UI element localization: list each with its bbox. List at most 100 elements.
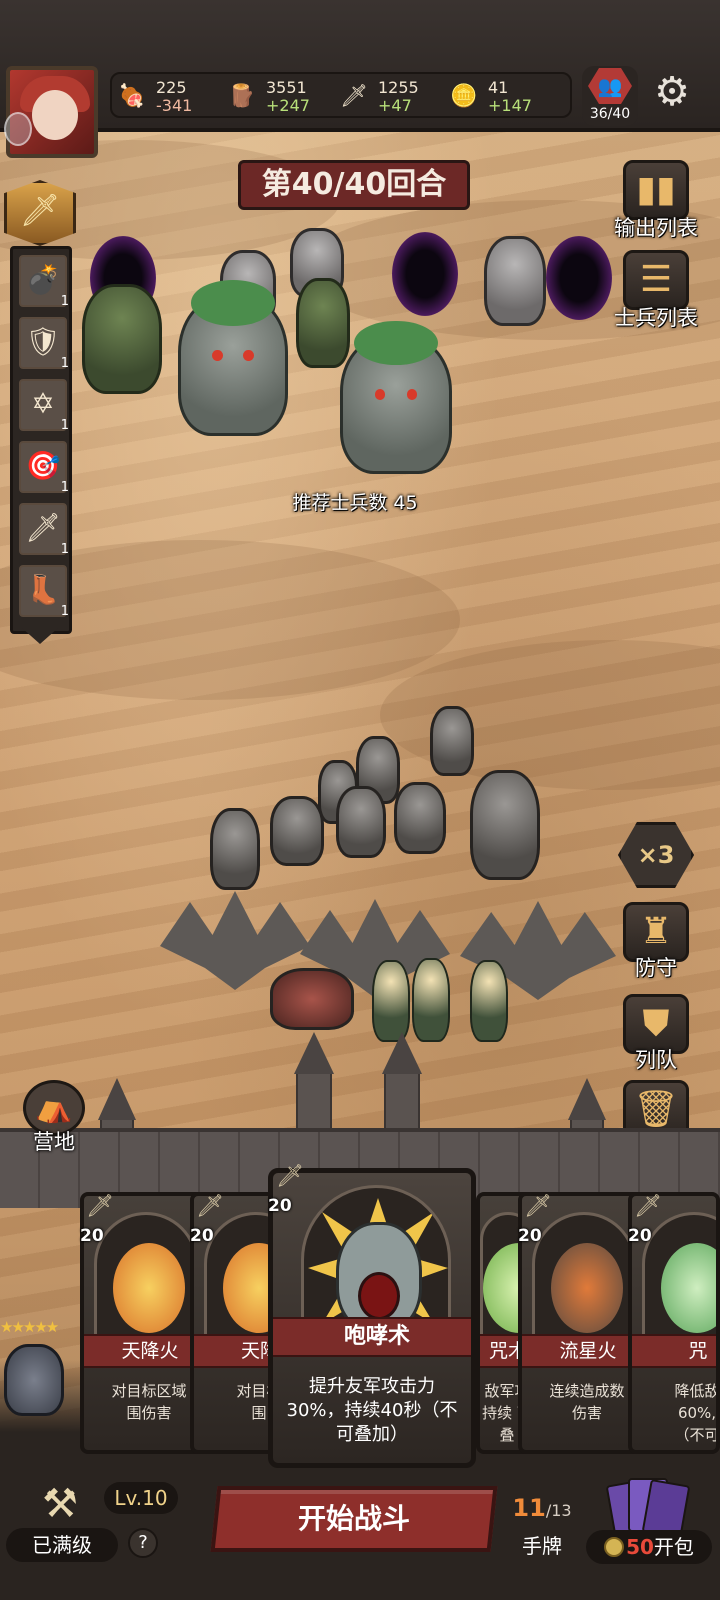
ally-elf-archer [470,960,508,1042]
enemy-portal [546,236,612,320]
population-count: 36/40 [589,106,631,122]
enemy-rat-crossbowman [484,236,546,326]
enemy-stone-golem [178,280,288,436]
help-button[interactable]: ? [128,1528,158,1558]
ally-elf-archer [372,960,410,1042]
upgrade-hammer-icon[interactable]: ⚒ [22,1474,98,1536]
camp-button[interactable]: ⛺ 营地 [14,1080,94,1156]
open-pack-button[interactable]: 50开包 [586,1478,716,1596]
target-icon: 🎯 [25,449,61,482]
skill-slot-target[interactable]: 🎯 1 [19,441,69,495]
skill-count: 1 [60,604,69,619]
defend-button[interactable]: ♜ 防守 [608,902,704,982]
skill-count: 1 [60,418,69,433]
card-roar-selected[interactable]: 咆哮术 提升友军攻击力30%，持续40秒（不可叠加） [268,1168,476,1468]
card-cost: 20 [190,1226,214,1246]
card-cost: 20 [80,1226,104,1246]
card-sword-icon: 🗡 [86,1194,114,1219]
skill-count: 1 [60,356,69,371]
sword-icon: 🗡 [340,84,368,109]
soldier-list-button[interactable]: ☰ 士兵列表 [608,250,704,332]
skill-slot-shield[interactable]: 🛡 1 [19,317,69,371]
wood-icon: 🪵 [228,84,256,109]
skill-column: 💣 1 🛡 1 ✡ 1 🎯 1 🗡 1 👢 1 [10,246,72,634]
card-pack-icon [605,1478,691,1540]
card-art [642,1212,716,1352]
skill-count: 1 [60,294,69,309]
ally-shield-soldier [270,796,324,866]
ally-shield-soldier [394,782,446,854]
resource-delta: +247 [266,96,310,115]
coin-icon [604,1537,625,1557]
skill-header-emblem[interactable]: 🗡 [4,180,76,246]
resource-value: 225 [156,78,187,97]
card-sword-icon: 🗡 [276,1164,304,1189]
card-art [532,1212,636,1352]
pack-price: 50 [626,1535,654,1559]
formation-label: 列队 [635,1048,677,1072]
gear-icon[interactable]: ⚙ [650,70,694,114]
bar-chart-icon: ▮▮ [623,160,689,220]
card-cost: 20 [268,1196,292,1216]
ally-elf-archer [412,958,450,1042]
card-name: 咆哮术 [273,1317,471,1357]
resource-delta: +147 [488,96,532,115]
card-art [94,1212,198,1352]
enemy-stone-golem [340,320,452,474]
enemy-hooded-goblin [296,278,350,368]
card-description: 降低敌 60%, （不可 [674,1382,720,1444]
ally-swordsman [210,808,260,890]
cannon-icon: 💣 [25,263,61,296]
flaming-sword-icon: 🗡 [25,511,61,544]
resource-delta: +47 [378,96,412,115]
round-banner: 第40/40回合 [238,160,470,210]
floating-menu-button[interactable] [4,112,32,146]
card-name: 咒 [632,1334,716,1368]
skill-slot-boots[interactable]: 👢 1 [19,565,69,619]
output-list-label: 输出列表 [614,216,698,240]
recommended-soldier-count: 推荐士兵数 45 [292,492,418,514]
card-cost: 20 [628,1226,652,1246]
hero-portrait [4,1344,64,1416]
enemy-portal [392,232,458,316]
shield-icon: 🛡 [25,325,61,358]
card-sword-icon: 🗡 [634,1194,662,1219]
soldier-list-label: 士兵列表 [614,306,698,330]
meat-icon: 🍖 [118,84,146,109]
pack-label: 开包 [653,1535,694,1559]
output-list-button[interactable]: ▮▮ 输出列表 [608,160,704,242]
camp-label: 营地 [33,1130,75,1154]
coin-icon: 🪙 [450,84,478,109]
skill-slot-flaming-sword[interactable]: 🗡 1 [19,503,69,557]
hero-stars: ★★★★★ [0,1318,59,1336]
skill-slot-cannon[interactable]: 💣 1 [19,255,69,309]
resource-value: 41 [488,78,509,97]
hand-current: 11 [512,1494,546,1522]
resource-value: 3551 [266,78,307,97]
ally-knight [430,706,474,776]
population-button[interactable]: 👥 36/40 [582,66,638,126]
max-level-label: 已满级 [6,1528,118,1562]
card-sword-icon: 🗡 [524,1194,552,1219]
skill-count: 1 [60,542,69,557]
ally-shield-soldier [336,786,386,858]
list-icon: ☰ [623,250,689,310]
skill-count: 1 [60,480,69,495]
pentagram-icon: ✡ [31,387,55,420]
sword-emblem-icon: 🗡 [19,191,61,229]
enemy-orc-warrior [82,284,162,394]
resource-value: 1255 [378,78,419,97]
start-battle-button[interactable]: 开始战斗 [210,1486,498,1552]
hero-card[interactable]: ★★★★★ [0,1318,70,1420]
people-icon: 👥 [597,74,623,98]
skill-slot-pentagram[interactable]: ✡ 1 [19,379,69,433]
hand-counter[interactable]: 11/13 手牌 [504,1480,580,1572]
card-cost: 20 [518,1226,542,1246]
defend-label: 防守 [635,956,677,980]
player-avatar[interactable] [4,66,98,158]
resource-bar: 🍖 225 -341 🪵 3551 +247 🗡 1255 +47 🪙 41 +… [110,72,572,118]
formation-button[interactable]: ⛊ 列队 [608,994,704,1074]
card-sword-icon: 🗡 [196,1194,224,1219]
ally-cavalry [470,770,540,880]
resource-delta: -341 [156,96,193,115]
